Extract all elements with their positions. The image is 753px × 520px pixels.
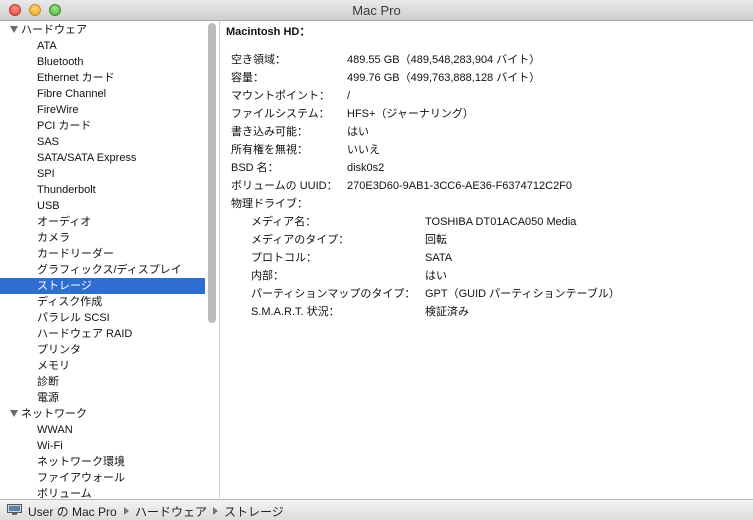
detail-value: いいえ [347, 144, 380, 156]
drive-value: はい [425, 270, 447, 282]
drive-value: SATA [425, 252, 453, 264]
path-bar: User の Mac Pro ハードウェア ストレージ [0, 499, 753, 520]
sidebar: ハードウェア ATA Bluetooth Ethernet カード Fibre … [0, 21, 220, 498]
window-title: Mac Pro [352, 3, 401, 18]
sidebar-group-label: ハードウェア [21, 24, 87, 36]
sidebar-item-power[interactable]: 電源 [0, 390, 205, 406]
disclosure-triangle-icon[interactable] [10, 26, 18, 33]
drive-value: 検証済み [425, 306, 469, 318]
detail-label: 書き込み可能： [231, 126, 308, 138]
detail-pane: Macintosh HD： 空き領域： 489.55 GB（489,548,28… [220, 21, 753, 498]
sidebar-item-wwan[interactable]: WWAN [0, 422, 205, 438]
drive-label: メディア名： [251, 216, 317, 228]
sidebar-item-pci[interactable]: PCI カード [0, 118, 205, 134]
detail-label: 空き領域： [231, 54, 286, 66]
breadcrumb-storage[interactable]: ストレージ [224, 503, 284, 520]
physical-drive-label: 物理ドライブ： [231, 198, 308, 210]
volume-title: Macintosh HD： [226, 26, 311, 38]
drive-label: パーティションマップのタイプ： [251, 288, 416, 300]
detail-value: HFS+（ジャーナリング） [347, 108, 474, 120]
scrollbar-thumb[interactable] [208, 23, 216, 323]
drive-label: 内部： [251, 270, 284, 282]
sidebar-item-sata[interactable]: SATA/SATA Express [0, 150, 205, 166]
drive-label: メディアのタイプ： [251, 234, 350, 246]
breadcrumb-hardware[interactable]: ハードウェア [135, 503, 207, 520]
sidebar-item-firewire[interactable]: FireWire [0, 102, 205, 118]
breadcrumb-separator-icon [124, 507, 129, 515]
sidebar-item-sas[interactable]: SAS [0, 134, 205, 150]
sidebar-item-storage[interactable]: ストレージ [0, 278, 205, 294]
sidebar-item-fibre-channel[interactable]: Fibre Channel [0, 86, 205, 102]
sidebar-item-thunderbolt[interactable]: Thunderbolt [0, 182, 205, 198]
sidebar-item-bluetooth[interactable]: Bluetooth [0, 54, 205, 70]
detail-label: マウントポイント： [231, 90, 330, 102]
drive-value: GPT（GUID パーティションテーブル） [425, 288, 620, 300]
sidebar-item-usb[interactable]: USB [0, 198, 205, 214]
sidebar-item-wifi[interactable]: Wi-Fi [0, 438, 205, 454]
sidebar-item-audio[interactable]: オーディオ [0, 214, 205, 230]
sidebar-item-parallel-scsi[interactable]: パラレル SCSI [0, 310, 205, 326]
sidebar-group-hardware[interactable]: ハードウェア [0, 22, 205, 38]
detail-label: 所有権を無視： [231, 144, 308, 156]
sidebar-item-printers[interactable]: プリンタ [0, 342, 205, 358]
detail-value: disk0s2 [347, 162, 385, 174]
sidebar-item-hardware-raid[interactable]: ハードウェア RAID [0, 326, 205, 342]
drive-label: S.M.A.R.T. 状況： [251, 306, 340, 318]
sidebar-item-camera[interactable]: カメラ [0, 230, 205, 246]
sidebar-item-disc-burning[interactable]: ディスク作成 [0, 294, 205, 310]
detail-value: 499.76 GB（499,763,888,128 バイト） [347, 72, 541, 84]
title-bar: Mac Pro [0, 0, 753, 21]
drive-value: TOSHIBA DT01ACA050 Media [425, 216, 577, 228]
sidebar-item-diagnostics[interactable]: 診断 [0, 374, 205, 390]
computer-icon [7, 504, 22, 515]
detail-value: 270E3D60-9AB1-3CC6-AE36-F6374712C2F0 [347, 180, 573, 192]
sidebar-item-spi[interactable]: SPI [0, 166, 205, 182]
detail-label: ボリュームの UUID： [231, 180, 338, 192]
sidebar-item-memory[interactable]: メモリ [0, 358, 205, 374]
drive-label: プロトコル： [251, 252, 317, 264]
detail-value: はい [347, 126, 369, 138]
sidebar-group-label: ネットワーク [21, 408, 87, 420]
sidebar-item-volumes[interactable]: ボリューム [0, 486, 205, 498]
sidebar-item-ethernet[interactable]: Ethernet カード [0, 70, 205, 86]
sidebar-item-ata[interactable]: ATA [0, 38, 205, 54]
sidebar-item-locations[interactable]: ネットワーク環境 [0, 454, 205, 470]
breadcrumb-separator-icon [213, 507, 218, 515]
detail-value: 489.55 GB（489,548,283,904 バイト） [347, 54, 541, 66]
system-information-window: Mac Pro ハードウェア ATA Bluetooth Ethernet カー… [0, 0, 753, 520]
sidebar-item-graphics[interactable]: グラフィックス/ディスプレイ [0, 262, 205, 278]
sidebar-item-card-reader[interactable]: カードリーダー [0, 246, 205, 262]
drive-value: 回転 [425, 234, 447, 246]
detail-value: / [347, 90, 351, 102]
detail-label: 容量： [231, 72, 264, 84]
sidebar-group-network[interactable]: ネットワーク [0, 406, 205, 422]
sidebar-item-firewall[interactable]: ファイアウォール [0, 470, 205, 486]
detail-label: BSD 名： [231, 162, 279, 174]
disclosure-triangle-icon[interactable] [10, 410, 18, 417]
sidebar-scrollbar[interactable] [206, 21, 219, 498]
breadcrumb-computer[interactable]: User の Mac Pro [28, 503, 117, 520]
detail-label: ファイルシステム： [231, 108, 330, 120]
